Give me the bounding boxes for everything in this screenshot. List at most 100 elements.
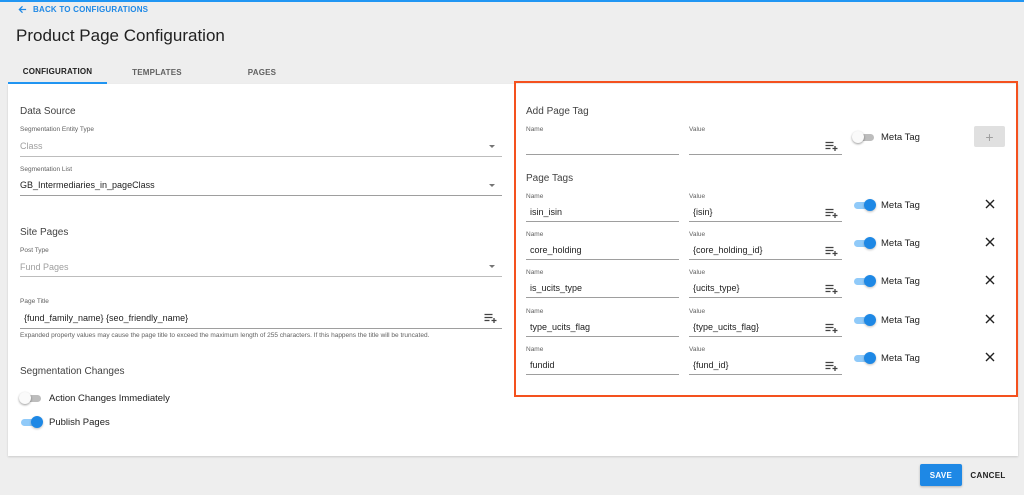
- site-pages-title: Site Pages: [20, 227, 69, 238]
- action-changes-toggle[interactable]: [19, 392, 43, 404]
- tag-meta-label: Meta Tag: [881, 353, 920, 364]
- page-title-field-label: Page Title: [20, 298, 49, 305]
- close-icon[interactable]: [985, 199, 995, 209]
- new-tag-meta-label: Meta Tag: [881, 132, 920, 143]
- tag-value-input[interactable]: {fund_id}: [693, 360, 729, 370]
- page-title-helper-text: Expanded property values may cause the p…: [20, 332, 430, 339]
- tag-value-input[interactable]: {type_ucits_flag}: [693, 322, 759, 332]
- tag-name-label: Name: [526, 308, 544, 315]
- tag-name-underline: [526, 374, 679, 375]
- page-title-underline: [20, 328, 502, 329]
- tag-meta-label: Meta Tag: [881, 238, 920, 249]
- new-tag-value-label: Value: [689, 126, 706, 133]
- toggle-knob: [864, 314, 876, 326]
- new-tag-value-underline: [689, 154, 842, 155]
- new-tag-meta-toggle[interactable]: [852, 131, 876, 143]
- post-type-underline: [20, 276, 502, 277]
- new-tag-value-input[interactable]: [693, 141, 818, 153]
- toggle-knob: [31, 416, 43, 428]
- tag-name-label: Name: [526, 231, 544, 238]
- caret-down-icon[interactable]: [489, 145, 495, 148]
- post-type-label: Post Type: [20, 247, 49, 254]
- arrow-left-icon: [18, 5, 27, 13]
- post-type-value[interactable]: Fund Pages: [20, 262, 69, 272]
- tag-name-input[interactable]: fundid: [530, 360, 555, 370]
- tag-value-underline: [689, 259, 842, 260]
- tag-name-underline: [526, 221, 679, 222]
- cancel-button[interactable]: CANCEL: [966, 464, 1010, 486]
- playlist-add-icon[interactable]: [825, 284, 838, 294]
- toggle-knob: [864, 275, 876, 287]
- tag-value-label: Value: [689, 231, 706, 238]
- toggle-knob: [864, 199, 876, 211]
- tag-value-label: Value: [689, 269, 706, 276]
- tag-name-label: Name: [526, 346, 544, 353]
- toggle-knob: [852, 131, 864, 143]
- publish-pages-toggle[interactable]: [19, 416, 43, 428]
- close-icon[interactable]: [985, 352, 995, 362]
- page-tags-title: Page Tags: [526, 173, 574, 184]
- back-link-label: BACK TO CONFIGURATIONS: [33, 4, 149, 14]
- tag-meta-toggle[interactable]: [852, 352, 876, 364]
- back-to-configurations-link[interactable]: BACK TO CONFIGURATIONS: [18, 3, 148, 15]
- tag-meta-toggle[interactable]: [852, 237, 876, 249]
- save-button[interactable]: SAVE: [920, 464, 962, 486]
- tab-configuration[interactable]: CONFIGURATION: [8, 60, 107, 84]
- entity-type-value[interactable]: Class: [20, 141, 43, 151]
- tag-value-input[interactable]: {core_holding_id}: [693, 245, 763, 255]
- tag-meta-label: Meta Tag: [881, 276, 920, 287]
- tag-value-label: Value: [689, 193, 706, 200]
- tag-value-underline: [689, 221, 842, 222]
- entity-type-label: Segmentation Entity Type: [20, 126, 94, 133]
- page-title-input[interactable]: {fund_family_name} {seo_friendly_name}: [24, 313, 188, 323]
- playlist-add-icon[interactable]: [825, 361, 838, 371]
- action-changes-label: Action Changes Immediately: [49, 393, 170, 404]
- tag-meta-toggle[interactable]: [852, 199, 876, 211]
- page-title: Product Page Configuration: [16, 26, 225, 45]
- caret-down-icon[interactable]: [489, 265, 495, 268]
- playlist-add-icon[interactable]: [825, 246, 838, 256]
- segmentation-changes-title: Segmentation Changes: [20, 366, 125, 377]
- tag-meta-toggle[interactable]: [852, 314, 876, 326]
- tag-value-underline: [689, 374, 842, 375]
- tag-value-input[interactable]: {ucits_type}: [693, 283, 740, 293]
- segmentation-list-value[interactable]: GB_Intermediaries_in_pageClass: [20, 180, 155, 190]
- tag-value-label: Value: [689, 346, 706, 353]
- playlist-add-icon[interactable]: [825, 208, 838, 218]
- tag-name-input[interactable]: is_ucits_type: [530, 283, 582, 293]
- playlist-add-icon[interactable]: [825, 323, 838, 333]
- tab-bar: CONFIGURATION TEMPLATES PAGES: [8, 60, 317, 84]
- add-page-tag-title: Add Page Tag: [526, 106, 589, 117]
- tag-meta-toggle[interactable]: [852, 275, 876, 287]
- tag-value-input[interactable]: {isin}: [693, 207, 713, 217]
- tag-name-input[interactable]: core_holding: [530, 245, 582, 255]
- toggle-knob: [864, 237, 876, 249]
- entity-type-underline: [20, 156, 502, 157]
- add-page-tag-button[interactable]: +: [974, 126, 1005, 147]
- new-tag-name-label: Name: [526, 126, 544, 133]
- close-icon[interactable]: [985, 314, 995, 324]
- close-icon[interactable]: [985, 275, 995, 285]
- tag-name-underline: [526, 297, 679, 298]
- caret-down-icon[interactable]: [489, 184, 495, 187]
- data-source-title: Data Source: [20, 106, 76, 117]
- plus-icon: +: [985, 128, 994, 145]
- new-tag-name-input[interactable]: [530, 141, 670, 153]
- new-tag-name-underline: [526, 154, 679, 155]
- close-icon[interactable]: [985, 237, 995, 247]
- playlist-add-icon[interactable]: [825, 141, 838, 151]
- tag-value-label: Value: [689, 308, 706, 315]
- playlist-add-icon[interactable]: [484, 313, 497, 323]
- segmentation-list-label: Segmentation List: [20, 166, 73, 173]
- toggle-knob: [864, 352, 876, 364]
- tab-pages[interactable]: PAGES: [207, 60, 317, 84]
- tab-templates[interactable]: TEMPLATES: [107, 60, 207, 84]
- segmentation-list-underline: [20, 195, 502, 196]
- tag-meta-label: Meta Tag: [881, 200, 920, 211]
- tag-name-label: Name: [526, 269, 544, 276]
- tag-name-input[interactable]: type_ucits_flag: [530, 322, 590, 332]
- tag-name-underline: [526, 336, 679, 337]
- tag-name-input[interactable]: isin_isin: [530, 207, 562, 217]
- top-accent-rule: [0, 0, 1024, 2]
- tag-name-label: Name: [526, 193, 544, 200]
